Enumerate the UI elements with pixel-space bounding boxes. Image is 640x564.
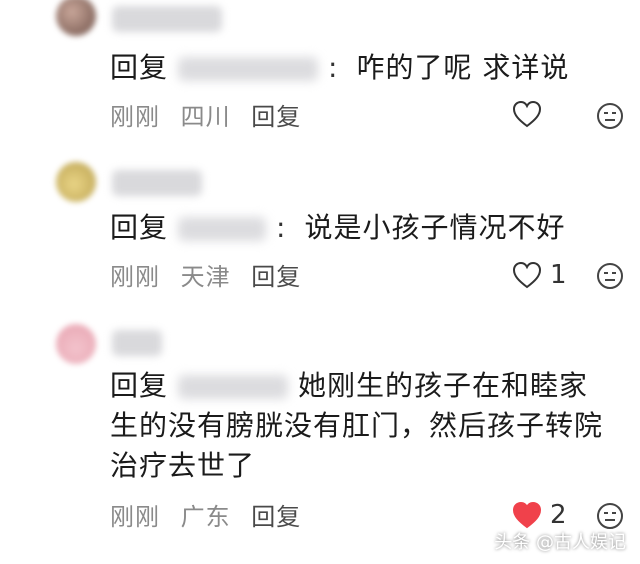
comment-item: 回复: 咋的了呢 求详说 刚刚 四川 回复 (0, 0, 640, 150)
like-button[interactable]: 2 (512, 500, 567, 530)
comment-body: 说是小孩子情况不好 (304, 211, 566, 244)
comment-time: 刚刚 (110, 263, 160, 291)
reply-prefix: 回复 (110, 51, 169, 84)
reply-button[interactable]: 回复 (251, 503, 301, 531)
mention-blurred[interactable] (178, 217, 267, 241)
comment-body: 咋的了呢 求详说 (356, 51, 570, 84)
comment-text: 回复: 说是小孩子情况不好 (110, 211, 566, 244)
comment-time: 刚刚 (110, 503, 160, 531)
emoji-face-icon[interactable] (596, 102, 624, 130)
heart-icon (512, 501, 542, 529)
emoji-face-icon[interactable] (596, 262, 624, 290)
username-blurred[interactable] (112, 6, 222, 32)
comment-item: 回复: 说是小孩子情况不好 刚刚 天津 回复 1 (0, 150, 640, 320)
comment-time: 刚刚 (110, 103, 160, 131)
like-button[interactable]: 1 (512, 260, 567, 290)
reply-prefix: 回复 (110, 211, 169, 244)
comment-location: 四川 (180, 103, 231, 131)
reply-prefix: 回复 (110, 369, 169, 402)
username-blurred[interactable] (112, 330, 162, 356)
mention-blurred[interactable] (178, 375, 289, 399)
emoji-face-icon[interactable] (596, 502, 624, 530)
avatar[interactable] (56, 324, 96, 364)
comment-meta: 刚刚 广东 回复 (110, 502, 313, 532)
reply-button[interactable]: 回复 (251, 263, 301, 291)
heart-icon (512, 100, 542, 128)
mention-blurred[interactable] (178, 57, 319, 81)
reply-button[interactable]: 回复 (251, 103, 301, 131)
comment-text: 回复 她刚生的孩子在和睦家生的没有膀胱没有肛门，然后孩子转院治疗去世了 (110, 366, 612, 486)
watermark: 头条 @古人娱记 (494, 532, 626, 553)
comment-meta: 刚刚 四川 回复 (110, 102, 313, 132)
avatar[interactable] (56, 162, 96, 202)
heart-icon (512, 261, 542, 289)
like-button[interactable] (512, 100, 550, 128)
comment-text: 回复: 咋的了呢 求详说 (110, 51, 570, 84)
comment-location: 广东 (180, 503, 231, 531)
like-count: 2 (550, 500, 567, 530)
username-blurred[interactable] (112, 170, 202, 196)
comment-meta: 刚刚 天津 回复 (110, 262, 313, 292)
avatar[interactable] (56, 0, 96, 36)
like-count: 1 (550, 260, 567, 290)
comment-location: 天津 (180, 263, 231, 291)
